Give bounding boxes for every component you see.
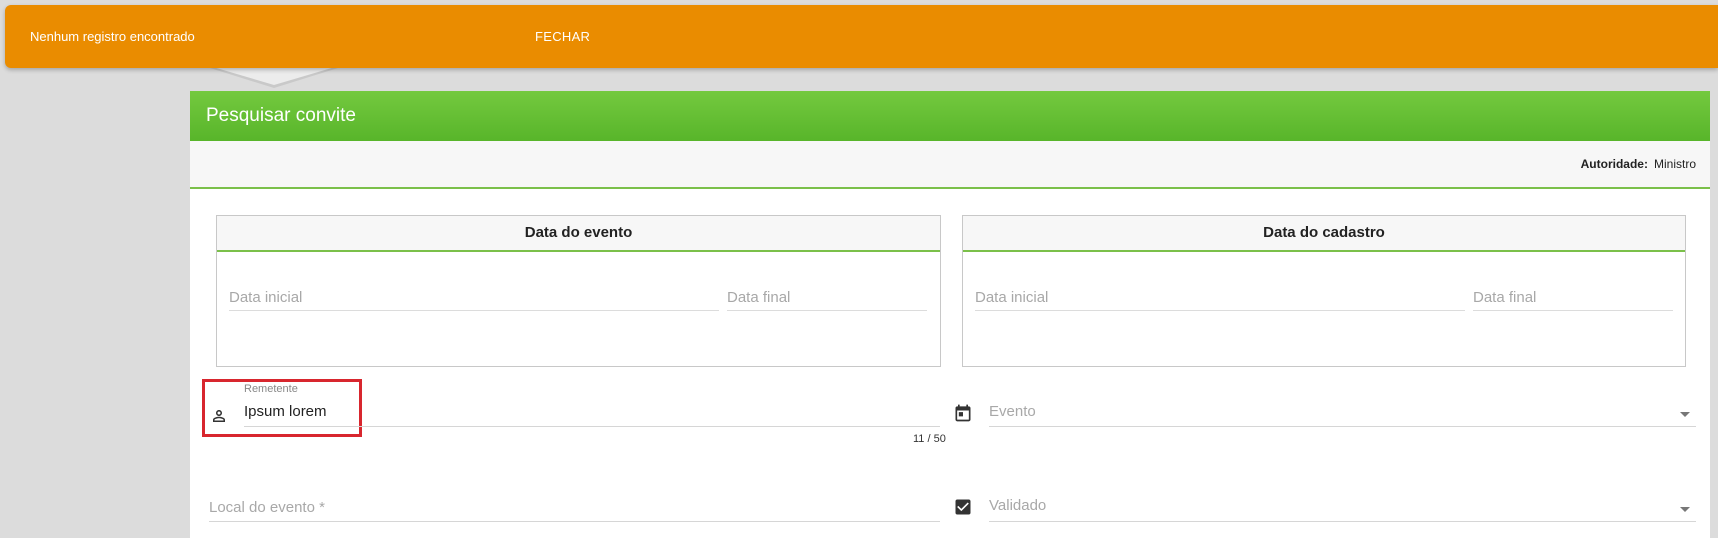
- panel-title: Pesquisar convite: [190, 91, 1710, 141]
- validated-chevron-down-icon[interactable]: [1680, 507, 1690, 512]
- sender-counter: 11 / 50: [913, 433, 946, 445]
- event-date-end-placeholder: Data final: [727, 289, 791, 306]
- event-select[interactable]: Evento: [989, 403, 1036, 420]
- register-date-title: Data do cadastro: [963, 216, 1685, 252]
- sender-label: Remetente: [244, 383, 298, 395]
- sender-input[interactable]: Ipsum lorem: [244, 403, 327, 420]
- event-date-group: Data do evento Data inicial Data final: [216, 215, 941, 367]
- event-date-title: Data do evento: [217, 216, 940, 252]
- location-underline: [209, 521, 940, 522]
- snackbar-close-button[interactable]: FECHAR: [535, 29, 590, 44]
- register-date-end-placeholder: Data final: [1473, 289, 1537, 306]
- calendar-icon: [953, 403, 973, 428]
- authority-value: Ministro: [1653, 157, 1696, 171]
- event-underline: [989, 426, 1696, 427]
- checkbox-checked-icon[interactable]: [953, 497, 973, 522]
- event-date-end-input[interactable]: Data final: [727, 286, 927, 311]
- event-date-start-input[interactable]: Data inicial: [229, 286, 719, 311]
- register-date-group: Data do cadastro Data inicial Data final: [962, 215, 1686, 367]
- search-invite-panel: Pesquisar convite Autoridade: Ministro Da…: [190, 91, 1710, 538]
- dropdown-caret-inner: [213, 67, 335, 85]
- event-chevron-down-icon[interactable]: [1680, 412, 1690, 417]
- location-input[interactable]: Local do evento *: [209, 499, 325, 516]
- snackbar-message: Nenhum registro encontrado: [30, 29, 195, 44]
- person-icon: [210, 407, 228, 430]
- snackbar-notification: Nenhum registro encontrado FECHAR: [5, 5, 1718, 68]
- register-date-start-input[interactable]: Data inicial: [975, 286, 1465, 311]
- authority-info: Autoridade: Ministro: [1581, 157, 1696, 171]
- validated-underline: [989, 521, 1696, 522]
- event-date-start-placeholder: Data inicial: [229, 289, 303, 306]
- sender-underline: [244, 426, 940, 427]
- authority-label: Autoridade:: [1580, 157, 1648, 171]
- validated-select[interactable]: Validado: [989, 497, 1046, 514]
- register-date-end-input[interactable]: Data final: [1473, 286, 1673, 311]
- register-date-start-placeholder: Data inicial: [975, 289, 1049, 306]
- authority-bar: Autoridade: Ministro: [190, 141, 1710, 189]
